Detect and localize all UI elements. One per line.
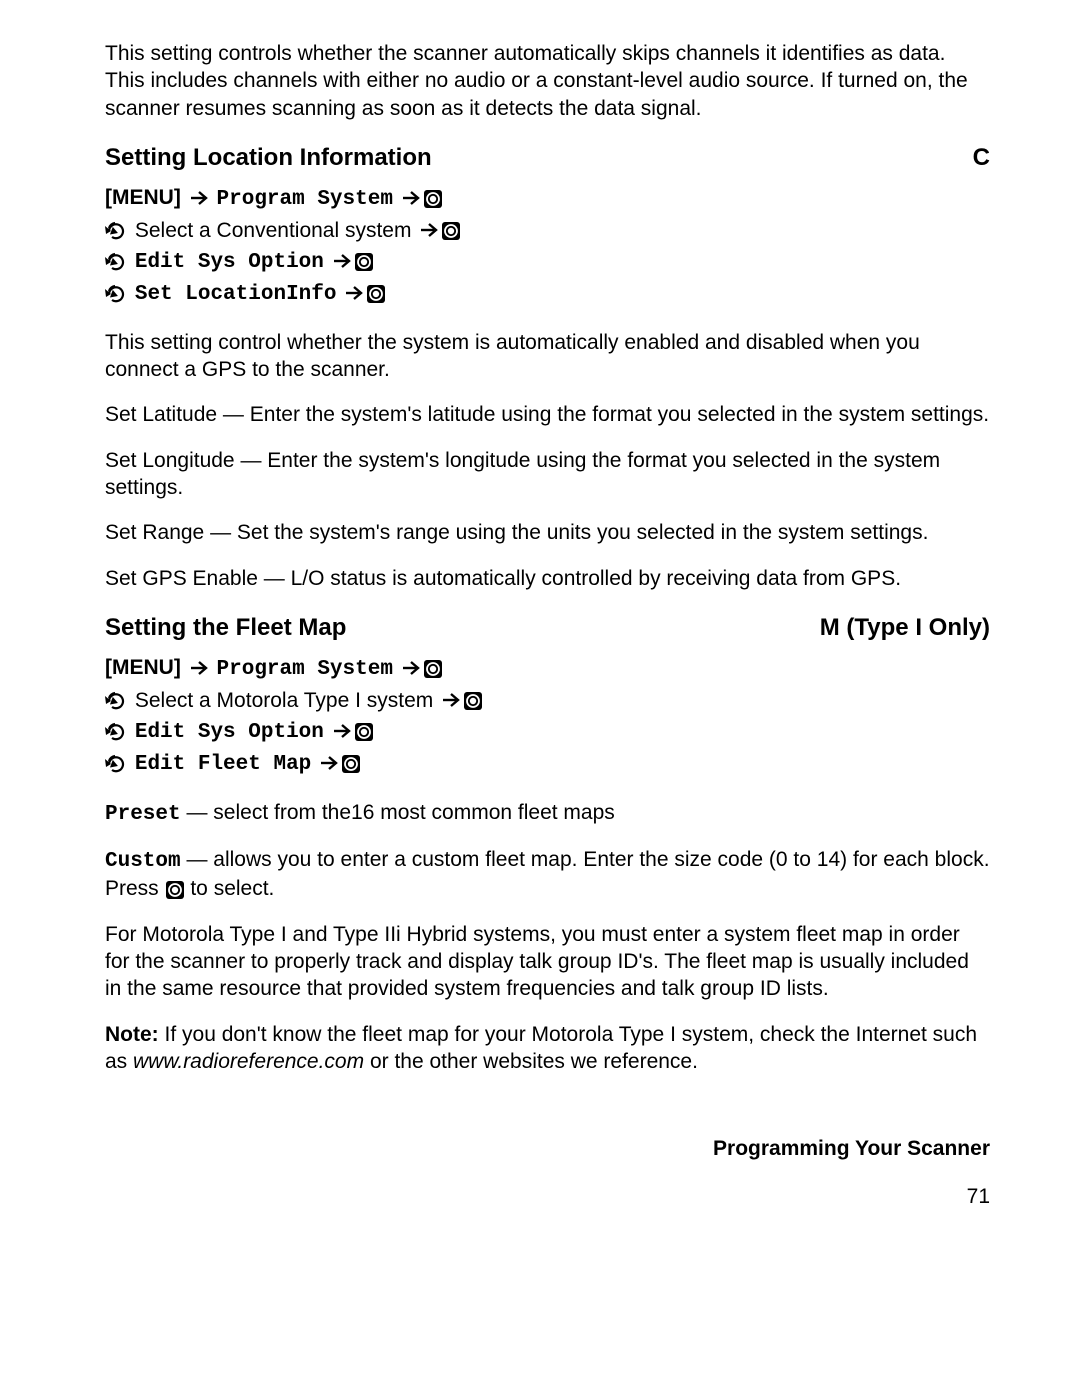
nav-edit-sys-option: Edit Sys Option: [135, 721, 324, 744]
arrow-right-icon: [187, 658, 211, 679]
rotate-icon: [105, 220, 129, 241]
note-line: Note: If you don't know the fleet map fo…: [105, 1021, 990, 1076]
arrow-right-icon: [330, 251, 354, 272]
intro-paragraph: This setting controls whether the scanne…: [105, 40, 990, 122]
rotate-icon: [105, 283, 129, 304]
enter-icon: [423, 658, 443, 679]
rotate-icon: [105, 251, 129, 272]
arrow-right-icon: [399, 188, 423, 209]
custom-line: Custom — allows you to enter a custom fl…: [105, 846, 990, 903]
menu-key: [MENU]: [105, 656, 181, 679]
enter-icon: [463, 690, 483, 711]
enter-icon: [354, 251, 374, 272]
menu-key: [MENU]: [105, 186, 181, 209]
preset-line: Preset — select from the16 most common f…: [105, 799, 990, 828]
section1-heading-row: Setting Location Information C: [105, 142, 990, 173]
section2-nav: [MENU] Program System Select a Motorola …: [105, 653, 990, 781]
arrow-right-icon: [342, 283, 366, 304]
nav-edit-sys-option: Edit Sys Option: [135, 251, 324, 274]
nav-select-motorola: Select a Motorola Type I system: [135, 689, 433, 712]
section1-para4: Set Range — Set the system's range using…: [105, 519, 990, 546]
arrow-right-icon: [330, 721, 354, 742]
section2-title: Setting the Fleet Map: [105, 612, 346, 643]
nav-select-conventional: Select a Conventional system: [135, 219, 412, 242]
nav-program-system: Program System: [217, 658, 393, 681]
section1-nav: [MENU] Program System Select a Conventio…: [105, 183, 990, 311]
section1-para3: Set Longitude — Enter the system's longi…: [105, 447, 990, 502]
nav-set-locationinfo: Set LocationInfo: [135, 283, 337, 306]
nav-program-system: Program System: [217, 188, 393, 211]
custom-text-b: to select.: [185, 877, 275, 900]
enter-icon: [423, 188, 443, 209]
arrow-right-icon: [399, 658, 423, 679]
arrow-right-icon: [439, 690, 463, 711]
page-number: 71: [105, 1183, 990, 1210]
section1-para2: Set Latitude — Enter the system's latitu…: [105, 401, 990, 428]
preset-label: Preset: [105, 803, 181, 826]
enter-icon: [341, 753, 361, 774]
section1-para5: Set GPS Enable — L/O status is automatic…: [105, 565, 990, 592]
section1-tag: C: [973, 142, 990, 173]
preset-text: — select from the16 most common fleet ma…: [181, 801, 615, 824]
enter-icon: [165, 879, 185, 900]
rotate-icon: [105, 753, 129, 774]
rotate-icon: [105, 690, 129, 711]
footer-section-title: Programming Your Scanner: [105, 1135, 990, 1162]
section1-title: Setting Location Information: [105, 142, 432, 173]
section2-para3: For Motorola Type I and Type IIi Hybrid …: [105, 921, 990, 1003]
custom-label: Custom: [105, 850, 181, 873]
nav-edit-fleet-map: Edit Fleet Map: [135, 753, 311, 776]
note-text-b: or the other websites we reference.: [364, 1050, 698, 1073]
section1-para1: This setting control whether the system …: [105, 329, 990, 384]
enter-icon: [354, 721, 374, 742]
enter-icon: [441, 220, 461, 241]
arrow-right-icon: [317, 753, 341, 774]
arrow-right-icon: [187, 188, 211, 209]
note-url: www.radioreference.com: [133, 1050, 364, 1073]
note-label: Note:: [105, 1023, 159, 1046]
enter-icon: [366, 283, 386, 304]
arrow-right-icon: [417, 220, 441, 241]
section2-heading-row: Setting the Fleet Map M (Type I Only): [105, 612, 990, 643]
rotate-icon: [105, 721, 129, 742]
section2-tag: M (Type I Only): [820, 612, 990, 643]
